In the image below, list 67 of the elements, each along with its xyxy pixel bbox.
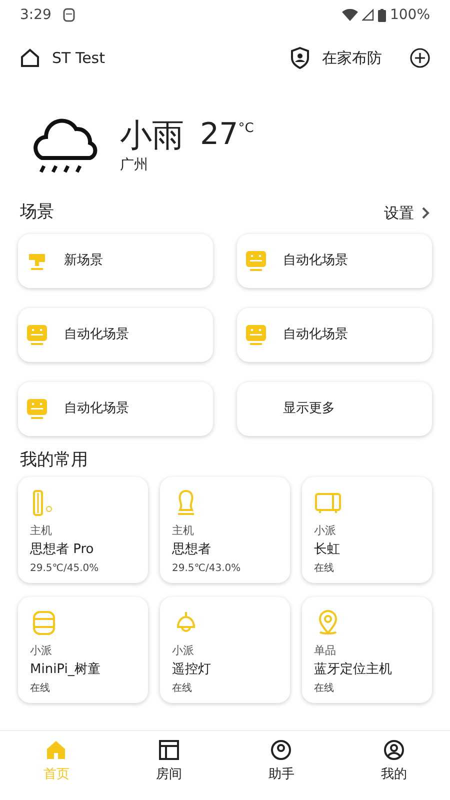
home-name[interactable]: ST Test: [52, 46, 105, 70]
scene-name: 新场景: [64, 252, 103, 270]
scene-name: 自动化场景: [64, 326, 129, 344]
device-name: 思想者 Pro: [30, 540, 95, 558]
scene-name: 显示更多: [283, 400, 335, 418]
assistant-icon: [270, 739, 292, 761]
robot-icon: [26, 324, 48, 346]
device-name: 遥控灯: [172, 660, 212, 678]
device-status: 29.5℃/43.0%: [172, 562, 242, 576]
layout-icon: [158, 739, 180, 761]
robot-icon: [26, 398, 48, 420]
device-status: 在线: [314, 682, 335, 696]
section-title: 我的常用: [19, 448, 89, 472]
scene-card[interactable]: 自动化场景: [237, 234, 432, 288]
device-name: 蓝牙定位主机: [314, 660, 393, 678]
scene-card[interactable]: 新场景: [18, 234, 213, 288]
device-status: 29.5℃/45.0%: [30, 562, 100, 576]
city-name: 广州: [120, 156, 149, 174]
device-type: 主机: [172, 523, 195, 539]
nav-tab[interactable]: 助手: [225, 739, 338, 800]
add-icon[interactable]: [410, 48, 430, 68]
robot-icon: [245, 250, 267, 272]
scene-name: 自动化场景: [64, 400, 129, 418]
scene-name: 自动化场景: [283, 326, 348, 344]
scene-name: 自动化场景: [283, 252, 348, 270]
scene-card[interactable]: 自动化场景: [18, 382, 213, 436]
temperature-unit: °C: [238, 120, 254, 138]
scene-card[interactable]: 显示更多: [237, 382, 432, 436]
device-card[interactable]: 小派 长虹 在线: [302, 477, 432, 583]
device-status: 在线: [30, 682, 51, 696]
notification-icon: [63, 8, 76, 22]
device-card[interactable]: 小派 MiniPi_树童 在线: [18, 597, 148, 703]
profile-icon: [382, 739, 405, 761]
chevron-right-icon: [422, 206, 430, 219]
shield-icon: [290, 47, 310, 69]
device-type: 小派: [314, 523, 337, 539]
status-time: 3:29: [20, 6, 52, 24]
device-name: MiniPi_树童: [30, 660, 102, 678]
nav-tab[interactable]: 我的: [338, 739, 450, 800]
scene-card[interactable]: 自动化场景: [237, 308, 432, 362]
battery-icon: [378, 8, 386, 22]
arm-mode-button[interactable]: 在家布防: [322, 46, 382, 70]
robot-icon: [245, 324, 267, 346]
weather-condition: 小雨: [120, 114, 184, 154]
cylinder-icon: [30, 609, 58, 637]
temperature: 27: [200, 116, 238, 154]
device-type: 小派: [172, 643, 195, 659]
device-name: 长虹: [314, 540, 341, 558]
home-icon: [45, 739, 68, 761]
device-type: 小派: [30, 643, 53, 659]
wifi-icon: [342, 9, 358, 21]
signal-icon: [362, 9, 374, 21]
device-card[interactable]: 单品 蓝牙定位主机 在线: [302, 597, 432, 703]
nav-tab[interactable]: 房间: [112, 739, 225, 800]
battery-level: 100%: [390, 6, 430, 24]
settings-link[interactable]: 设置: [384, 202, 414, 224]
scene-card[interactable]: 自动化场景: [18, 308, 213, 362]
device-status: 在线: [172, 682, 193, 696]
device-card[interactable]: 主机 思想者 Pro 29.5℃/45.0%: [18, 477, 148, 583]
device-status: 在线: [314, 562, 335, 576]
device-card[interactable]: 小派 遥控灯 在线: [160, 597, 290, 703]
device-type: 单品: [314, 643, 337, 659]
device-type: 主机: [30, 523, 53, 539]
home-icon: [20, 48, 40, 68]
device-name: 思想者: [172, 540, 212, 558]
section-title: 场景: [20, 201, 54, 224]
device-card[interactable]: 主机 思想者 29.5℃/43.0%: [160, 477, 290, 583]
